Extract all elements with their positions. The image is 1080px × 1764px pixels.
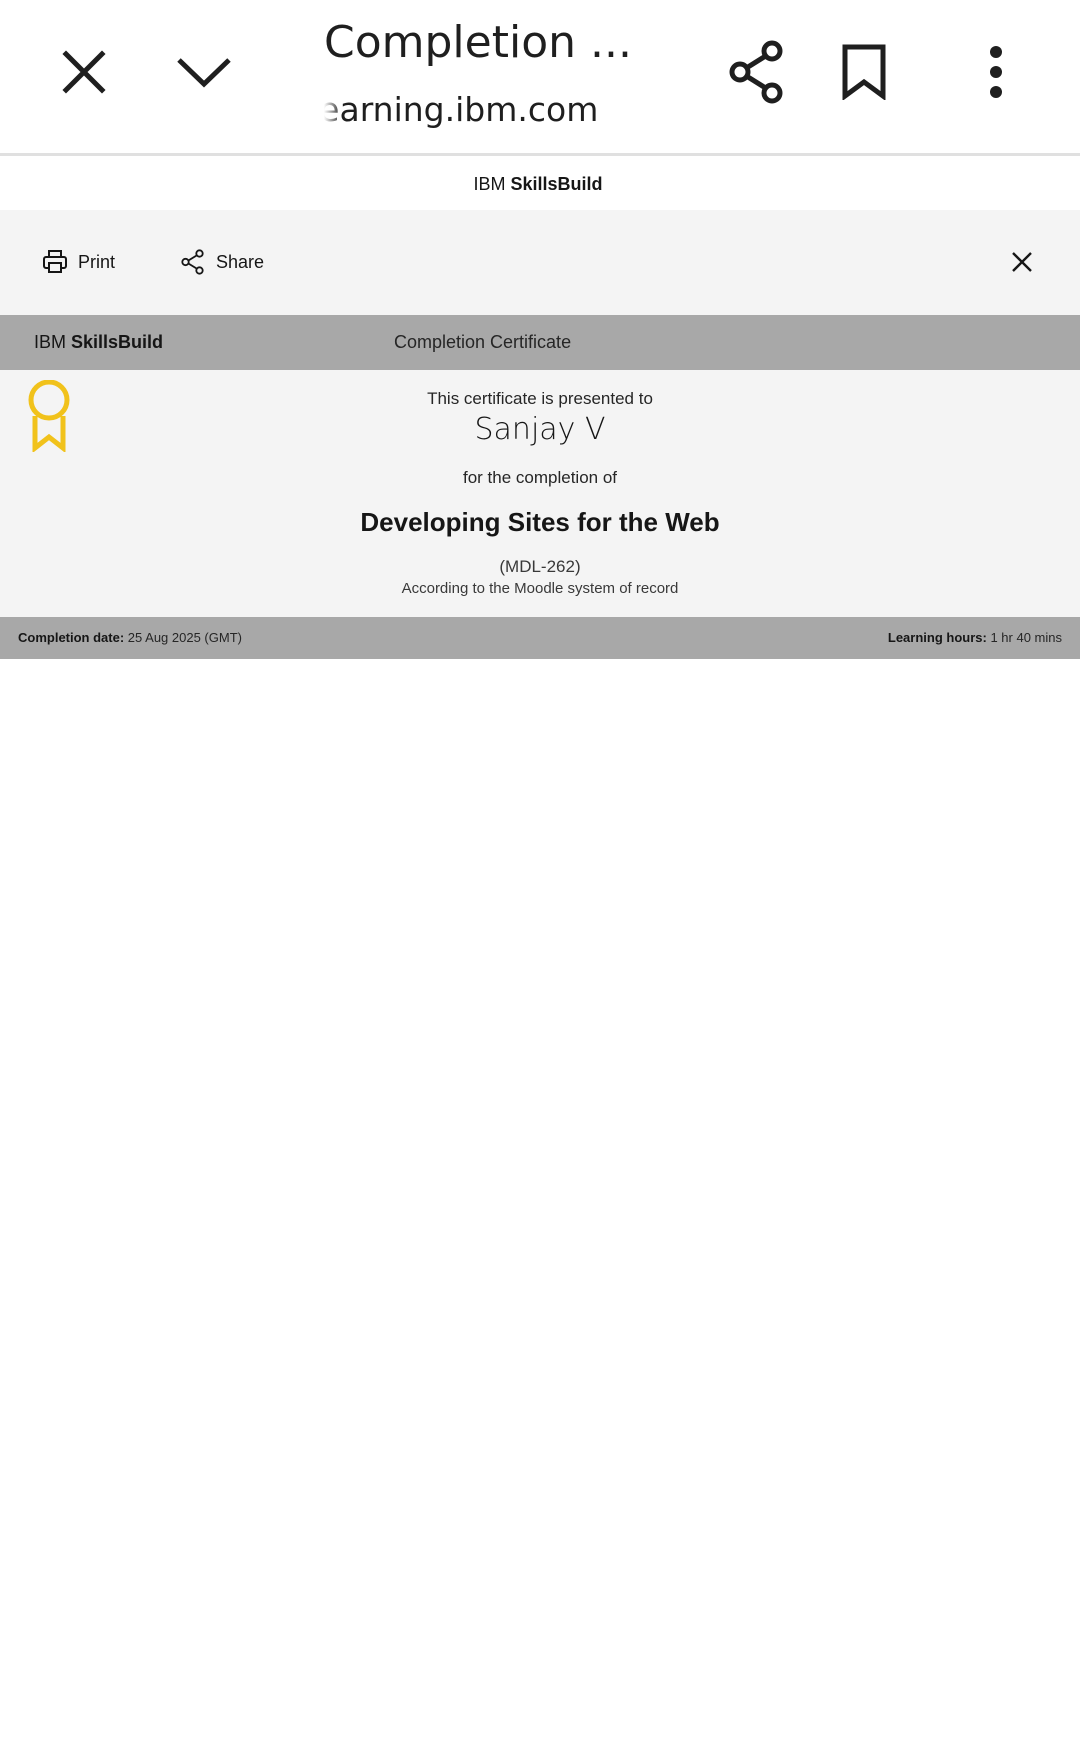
close-icon <box>62 50 106 94</box>
certificate-type: Completion Certificate <box>394 332 572 352</box>
share-label: Share <box>216 251 265 272</box>
page-url-text: learning.ibm.com <box>324 90 599 129</box>
print-label: Print <box>78 251 116 272</box>
site-logo-skillsbuild: SkillsBuild <box>510 174 603 194</box>
more-vert-icon <box>990 46 1002 98</box>
certificate-logo-skillsbuild: SkillsBuild <box>71 332 164 352</box>
collapse-button[interactable] <box>164 32 244 112</box>
browser-toolbar: Completion ... learning.ibm.com <box>0 0 1080 156</box>
share-icon <box>181 249 204 275</box>
share-button[interactable] <box>716 32 796 112</box>
learning-hours: Learning hours: 1 hr 40 mins <box>888 630 1062 645</box>
completion-of-text: for the completion of <box>462 468 618 487</box>
learning-hours-label: Learning hours: <box>887 630 987 645</box>
completion-date-value: 25 Aug 2025 (GMT) <box>127 630 242 645</box>
close-icon <box>1012 252 1032 272</box>
learning-hours-value: 1 hr 40 mins <box>990 630 1062 645</box>
course-title: Developing Sites for the Web <box>360 507 720 537</box>
site-header: IBM SkillsBuild <box>0 159 1080 210</box>
page-title: Completion ... <box>324 17 632 68</box>
chevron-down-icon <box>177 58 231 88</box>
certificate-footer: Completion date: 25 Aug 2025 (GMT) Learn… <box>0 617 1080 659</box>
certificate-logo-ibm: IBM <box>34 332 67 352</box>
print-button[interactable]: Print <box>42 240 115 284</box>
printer-icon <box>43 250 67 273</box>
close-tab-button[interactable] <box>44 32 124 112</box>
presented-to-text: This certificate is presented to <box>427 389 653 408</box>
bookmark-icon <box>842 44 886 100</box>
site-logo-ibm: IBM <box>473 174 506 194</box>
record-source-text: According to the Moodle system of record <box>401 580 679 597</box>
course-code: (MDL-262) <box>499 557 581 576</box>
bookmark-button[interactable] <box>824 32 904 112</box>
certificate-toolbar: Print Share <box>0 210 1080 315</box>
recipient-name: Sanjay V <box>474 412 606 447</box>
certificate-body: This certificate is presented to Sanjay … <box>0 370 1080 617</box>
close-certificate-button[interactable] <box>1000 240 1044 284</box>
certificate-header: IBM SkillsBuild Completion Certificate <box>0 315 1080 370</box>
more-options-button[interactable] <box>956 32 1036 112</box>
completion-date: Completion date: 25 Aug 2025 (GMT) <box>18 630 242 645</box>
site-logo[interactable]: IBM SkillsBuild <box>473 174 602 195</box>
page-url[interactable]: learning.ibm.com <box>324 86 624 134</box>
completion-date-label: Completion date: <box>18 630 125 645</box>
certificate-logo: IBM SkillsBuild <box>34 332 163 353</box>
share-certificate-button[interactable]: Share <box>180 240 264 284</box>
share-icon <box>729 40 783 104</box>
